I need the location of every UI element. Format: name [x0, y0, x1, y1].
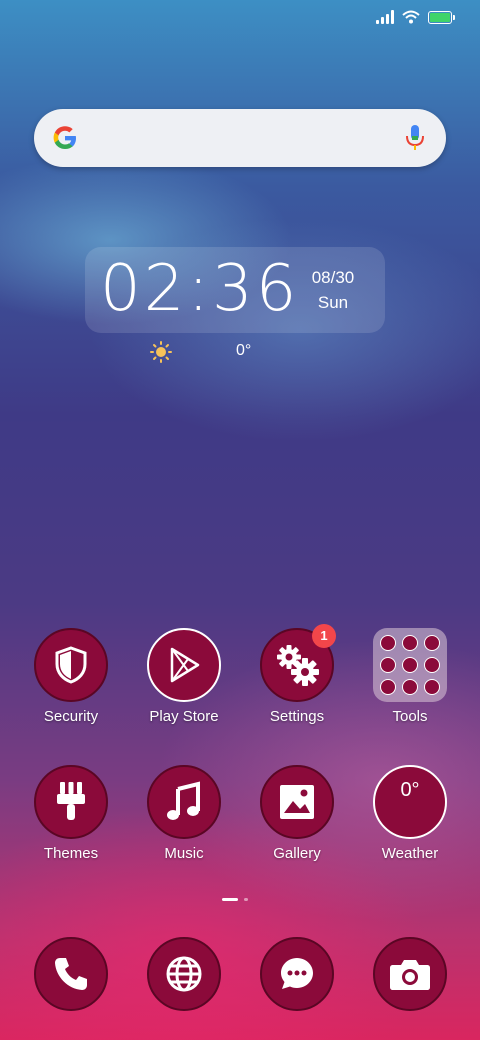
weather-temperature: 0° — [400, 779, 420, 801]
play-store-icon — [147, 628, 221, 702]
app-settings[interactable]: 1 Settings — [247, 624, 347, 725]
dock-messages[interactable] — [247, 937, 347, 1011]
app-label: Music — [164, 845, 204, 862]
widget-temperature: 0° — [236, 342, 252, 359]
sun-icon — [150, 341, 172, 363]
app-music[interactable]: Music — [134, 765, 234, 862]
app-label: Play Store — [149, 708, 219, 725]
image-icon — [260, 765, 334, 839]
app-themes[interactable]: Themes — [21, 765, 121, 862]
dock-phone[interactable] — [21, 937, 121, 1011]
globe-icon — [147, 937, 221, 1011]
clock-date: 08/30 — [311, 268, 355, 287]
app-security[interactable]: Security — [21, 628, 121, 725]
app-gallery[interactable]: Gallery — [247, 765, 347, 862]
app-label: Weather — [381, 845, 439, 862]
microphone-icon[interactable] — [404, 124, 426, 152]
brush-icon — [34, 765, 108, 839]
phone-icon — [34, 937, 108, 1011]
page-indicator — [222, 898, 248, 901]
camera-icon — [373, 937, 447, 1011]
wifi-icon — [402, 10, 420, 24]
folder-tools[interactable]: Tools — [360, 628, 460, 725]
shield-icon — [34, 628, 108, 702]
app-label: Security — [43, 708, 99, 725]
dock-browser[interactable] — [134, 937, 234, 1011]
google-search-bar[interactable] — [34, 109, 446, 167]
clock-day: Sun — [317, 293, 349, 312]
battery-icon — [428, 10, 455, 24]
app-weather[interactable]: 0° Weather — [360, 765, 460, 862]
dock-camera[interactable] — [360, 937, 460, 1011]
app-play-store[interactable]: Play Store — [134, 628, 234, 725]
app-label: Gallery — [273, 845, 321, 862]
notification-badge: 1 — [312, 624, 336, 648]
folder-icon — [373, 628, 447, 702]
app-label: Themes — [43, 845, 99, 862]
google-logo-icon — [53, 126, 76, 149]
weather-icon: 0° — [373, 765, 447, 839]
app-label: Settings — [269, 708, 325, 725]
signal-icon — [376, 10, 394, 24]
clock-time: 02:36 — [100, 252, 300, 326]
app-label: Tools — [392, 708, 428, 725]
message-icon — [260, 937, 334, 1011]
music-note-icon — [147, 765, 221, 839]
gears-icon: 1 — [260, 624, 336, 702]
status-bar — [376, 10, 455, 24]
